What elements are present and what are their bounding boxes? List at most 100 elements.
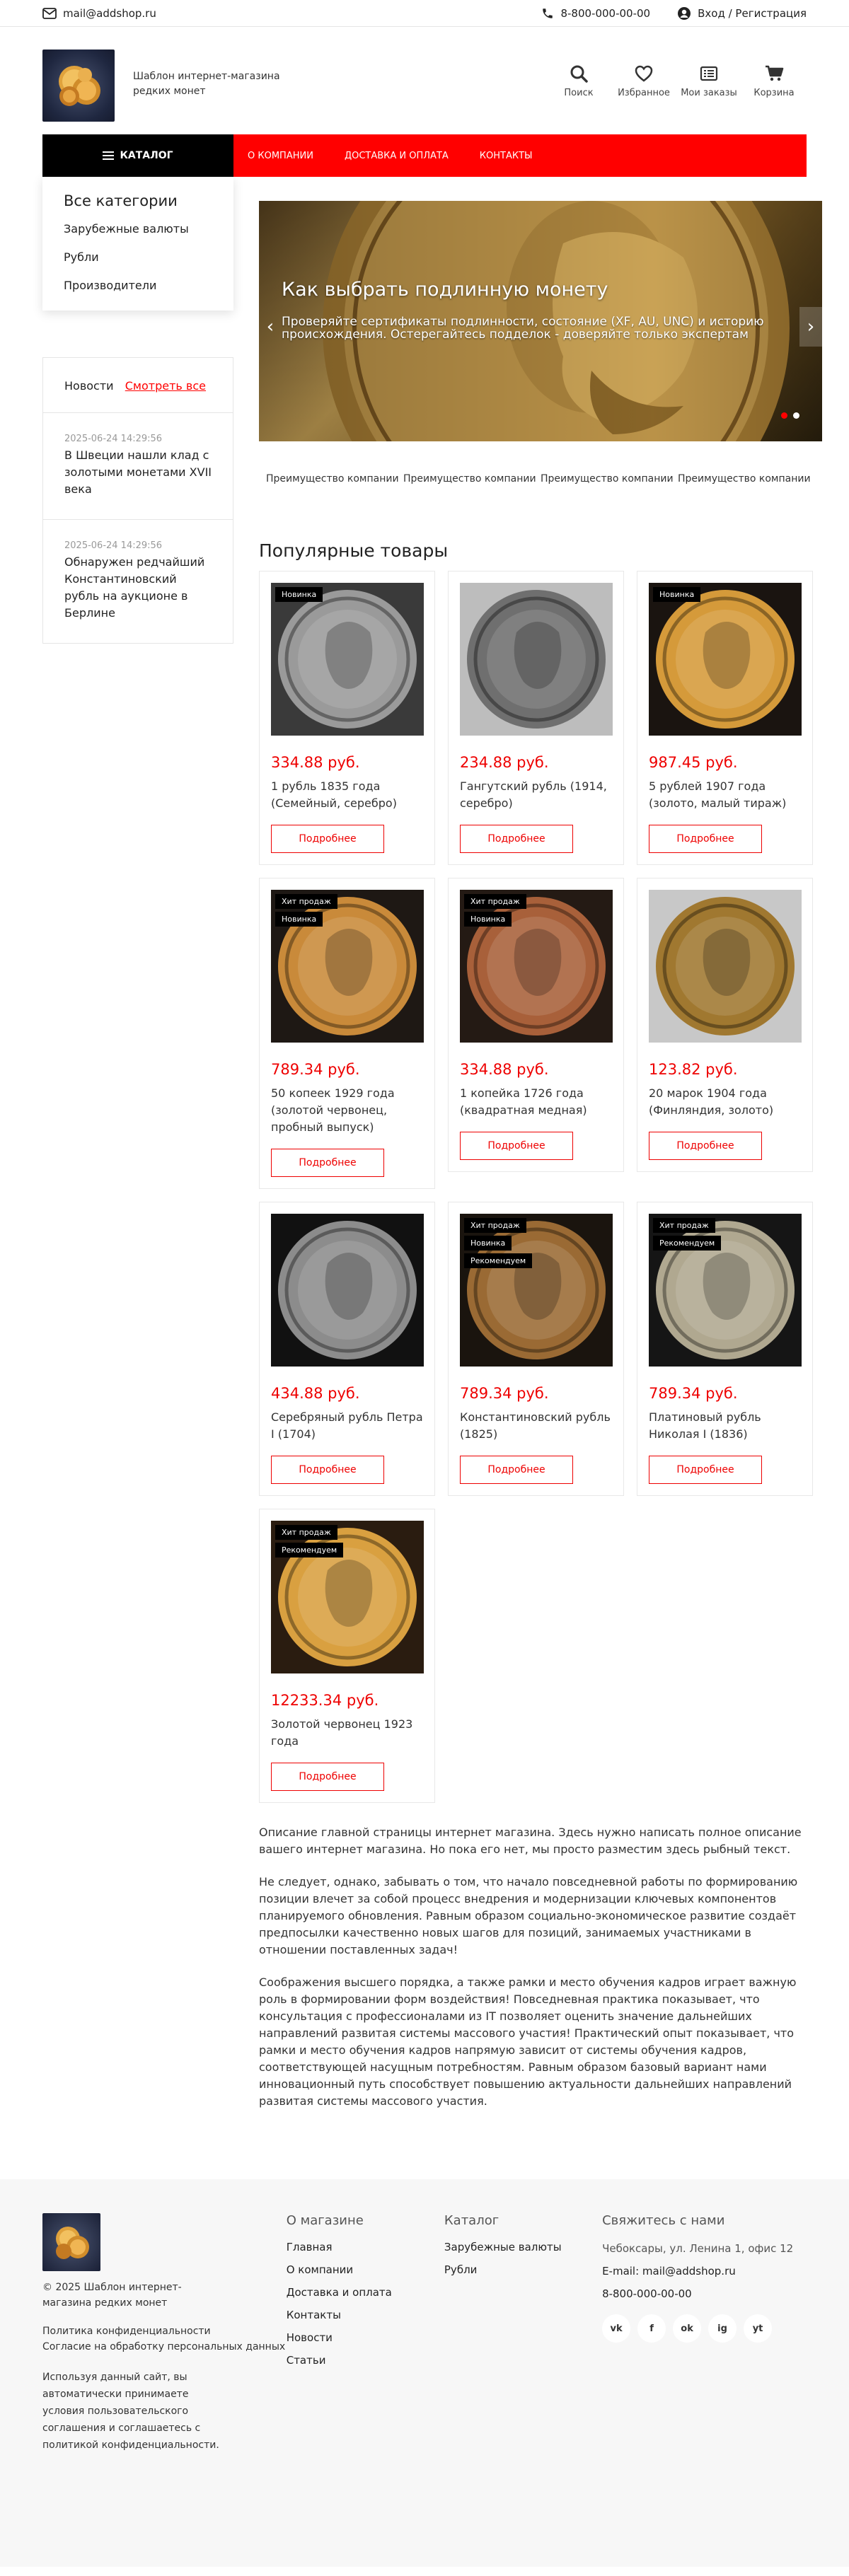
slider-dot[interactable] bbox=[793, 412, 799, 419]
orders-button[interactable]: Мои заказы bbox=[676, 64, 741, 98]
search-label: Поиск bbox=[564, 88, 594, 98]
slider-next-button[interactable]: › bbox=[799, 307, 822, 347]
facebook-icon[interactable]: f bbox=[637, 2314, 666, 2343]
description-paragraph: Не следует, однако, забывать о том, что … bbox=[259, 1875, 798, 1956]
catalog-button[interactable]: КАТАЛОГ bbox=[42, 134, 233, 177]
menu-item-about[interactable]: О КОМПАНИИ bbox=[248, 151, 313, 161]
product-image[interactable]: Хит продаж Новинка bbox=[271, 890, 424, 1043]
news-headline[interactable]: В Швеции нашли клад с золотыми монетами … bbox=[64, 447, 212, 498]
cart-button[interactable]: Корзина bbox=[741, 64, 807, 98]
menu-item-contacts[interactable]: КОНТАКТЫ bbox=[480, 151, 533, 161]
product-image[interactable] bbox=[649, 890, 802, 1043]
product-badge: Хит продаж bbox=[275, 894, 337, 909]
footer-email[interactable]: E-mail: mail@addshop.ru bbox=[602, 2265, 807, 2278]
logo-text[interactable]: Шаблон интернет-магазина редких монет bbox=[133, 69, 289, 99]
footer-link-articles[interactable]: Статьи bbox=[287, 2354, 444, 2367]
footer-logo[interactable] bbox=[42, 2213, 100, 2271]
youtube-icon[interactable]: yt bbox=[744, 2314, 773, 2343]
product-more-button[interactable]: Подробнее bbox=[460, 825, 573, 853]
footer-link-news[interactable]: Новости bbox=[287, 2331, 444, 2344]
vk-icon[interactable]: vk bbox=[602, 2314, 631, 2343]
product-more-button[interactable]: Подробнее bbox=[271, 825, 384, 853]
product-more-button[interactable]: Подробнее bbox=[271, 1763, 384, 1791]
news-headline[interactable]: Обнаружен редчайший Константиновский руб… bbox=[64, 554, 212, 622]
product-coin-image bbox=[278, 590, 417, 729]
consent-link[interactable]: Согласие на обработку персональных данны… bbox=[42, 2339, 287, 2355]
product-name[interactable]: 50 копеек 1929 года (золотой червонец, п… bbox=[271, 1085, 423, 1136]
news-item[interactable]: 2025-06-24 14:29:56 Обнаружен редчайший … bbox=[43, 520, 233, 643]
menu-item-delivery[interactable]: ДОСТАВКА И ОПЛАТА bbox=[345, 151, 449, 161]
logo[interactable] bbox=[42, 50, 115, 122]
product-name[interactable]: Константиновский рубль (1825) bbox=[460, 1409, 612, 1443]
product-image[interactable]: Хит продаж Рекомендуем bbox=[649, 1214, 802, 1367]
product-name[interactable]: Гангутский рубль (1914, серебро) bbox=[460, 778, 612, 812]
favorites-button[interactable]: Избранное bbox=[611, 64, 676, 98]
category-item-foreign[interactable]: Зарубежные валюты bbox=[64, 222, 212, 236]
top-phone[interactable]: 8-800-000-00-00 bbox=[541, 7, 650, 20]
product-card[interactable]: Хит продаж Новинка 334.88 руб. 1 копейка … bbox=[448, 878, 624, 1172]
footer-phone[interactable]: 8-800-000-00-00 bbox=[602, 2287, 807, 2300]
news-item[interactable]: 2025-06-24 14:29:56 В Швеции нашли клад … bbox=[43, 413, 233, 520]
product-name[interactable]: Золотой червонец 1923 года bbox=[271, 1716, 423, 1750]
product-price: 987.45 руб. bbox=[649, 754, 738, 771]
product-name[interactable]: 20 марок 1904 года (Финляндия, золото) bbox=[649, 1085, 801, 1119]
product-image[interactable]: Новинка bbox=[649, 583, 802, 736]
product-name[interactable]: Серебряный рубль Петра I (1704) bbox=[271, 1409, 423, 1443]
product-card[interactable]: 434.88 руб. Серебряный рубль Петра I (17… bbox=[259, 1202, 435, 1496]
product-card[interactable]: 123.82 руб. 20 марок 1904 года (Финлянди… bbox=[637, 878, 813, 1172]
footer-link-rubles[interactable]: Рубли bbox=[444, 2263, 602, 2276]
ok-icon[interactable]: ok bbox=[673, 2314, 702, 2343]
product-image[interactable]: Хит продаж Новинка bbox=[460, 890, 613, 1043]
product-badge: Новинка bbox=[464, 912, 512, 927]
product-more-button[interactable]: Подробнее bbox=[649, 1132, 762, 1160]
product-more-button[interactable]: Подробнее bbox=[649, 1456, 762, 1484]
top-bar: mail@addshop.ru 8-800-000-00-00 Вход / Р… bbox=[0, 0, 849, 27]
product-card[interactable]: Хит продаж Новинка Рекомендуем 789.34 руб.… bbox=[448, 1202, 624, 1496]
cart-icon bbox=[766, 65, 784, 81]
product-more-button[interactable]: Подробнее bbox=[460, 1132, 573, 1160]
footer-contact-title: Свяжитесь с нами bbox=[602, 2213, 725, 2228]
slider-dot[interactable] bbox=[781, 412, 787, 419]
product-price: 334.88 руб. bbox=[460, 1061, 549, 1078]
product-name[interactable]: 1 рубль 1835 года (Семейный, серебро) bbox=[271, 778, 423, 812]
privacy-link[interactable]: Политика конфиденциальности bbox=[42, 2323, 287, 2339]
news-all-link[interactable]: Смотреть все bbox=[125, 379, 206, 393]
search-icon bbox=[570, 65, 588, 83]
product-image[interactable] bbox=[460, 583, 613, 736]
product-card[interactable]: Хит продаж Рекомендуем 12233.34 руб. Золо… bbox=[259, 1509, 435, 1803]
product-more-button[interactable]: Подробнее bbox=[460, 1456, 573, 1484]
category-item-manufacturers[interactable]: Производители bbox=[64, 279, 212, 292]
slider-prev-button[interactable]: ‹ bbox=[259, 307, 282, 347]
product-more-button[interactable]: Подробнее bbox=[649, 825, 762, 853]
footer-link-foreign[interactable]: Зарубежные валюты bbox=[444, 2241, 602, 2253]
product-more-button[interactable]: Подробнее bbox=[271, 1149, 384, 1177]
advantage-item: Преимущество компании bbox=[541, 473, 674, 485]
news-date: 2025-06-24 14:29:56 bbox=[64, 540, 163, 551]
footer-link-contacts[interactable]: Контакты bbox=[287, 2309, 444, 2321]
footer-logo-coins-image bbox=[56, 2227, 89, 2259]
product-name[interactable]: 5 рублей 1907 года (золото, малый тираж) bbox=[649, 778, 801, 812]
product-image[interactable]: Хит продаж Новинка Рекомендуем bbox=[460, 1214, 613, 1367]
product-card[interactable]: Хит продаж Рекомендуем 789.34 руб. Платин… bbox=[637, 1202, 813, 1496]
login-link[interactable]: Вход / Регистрация bbox=[677, 6, 807, 21]
top-email[interactable]: mail@addshop.ru bbox=[42, 7, 156, 20]
product-card[interactable]: Новинка 987.45 руб. 5 рублей 1907 года (… bbox=[637, 571, 813, 865]
product-badge: Хит продаж bbox=[464, 894, 526, 909]
product-image[interactable]: Новинка bbox=[271, 583, 424, 736]
footer-link-home[interactable]: Главная bbox=[287, 2241, 444, 2253]
product-card[interactable]: Хит продаж Новинка 789.34 руб. 50 копеек … bbox=[259, 878, 435, 1189]
footer-link-delivery[interactable]: Доставка и оплата bbox=[287, 2286, 444, 2299]
product-name[interactable]: 1 копейка 1726 года (квадратная медная) bbox=[460, 1085, 612, 1119]
search-button[interactable]: Поиск bbox=[546, 64, 611, 98]
product-card[interactable]: Новинка 334.88 руб. 1 рубль 1835 года (С… bbox=[259, 571, 435, 865]
product-name[interactable]: Платиновый рубль Николая I (1836) bbox=[649, 1409, 801, 1443]
product-image[interactable] bbox=[271, 1214, 424, 1367]
mail-icon bbox=[42, 8, 57, 19]
instagram-icon[interactable]: ig bbox=[708, 2314, 737, 2343]
product-more-button[interactable]: Подробнее bbox=[271, 1456, 384, 1484]
footer: © 2025 Шаблон интернет-магазина редких м… bbox=[0, 2179, 849, 2567]
footer-link-about[interactable]: О компании bbox=[287, 2263, 444, 2276]
product-image[interactable]: Хит продаж Рекомендуем bbox=[271, 1521, 424, 1673]
product-card[interactable]: 234.88 руб. Гангутский рубль (1914, сере… bbox=[448, 571, 624, 865]
category-item-rubles[interactable]: Рубли bbox=[64, 250, 212, 264]
